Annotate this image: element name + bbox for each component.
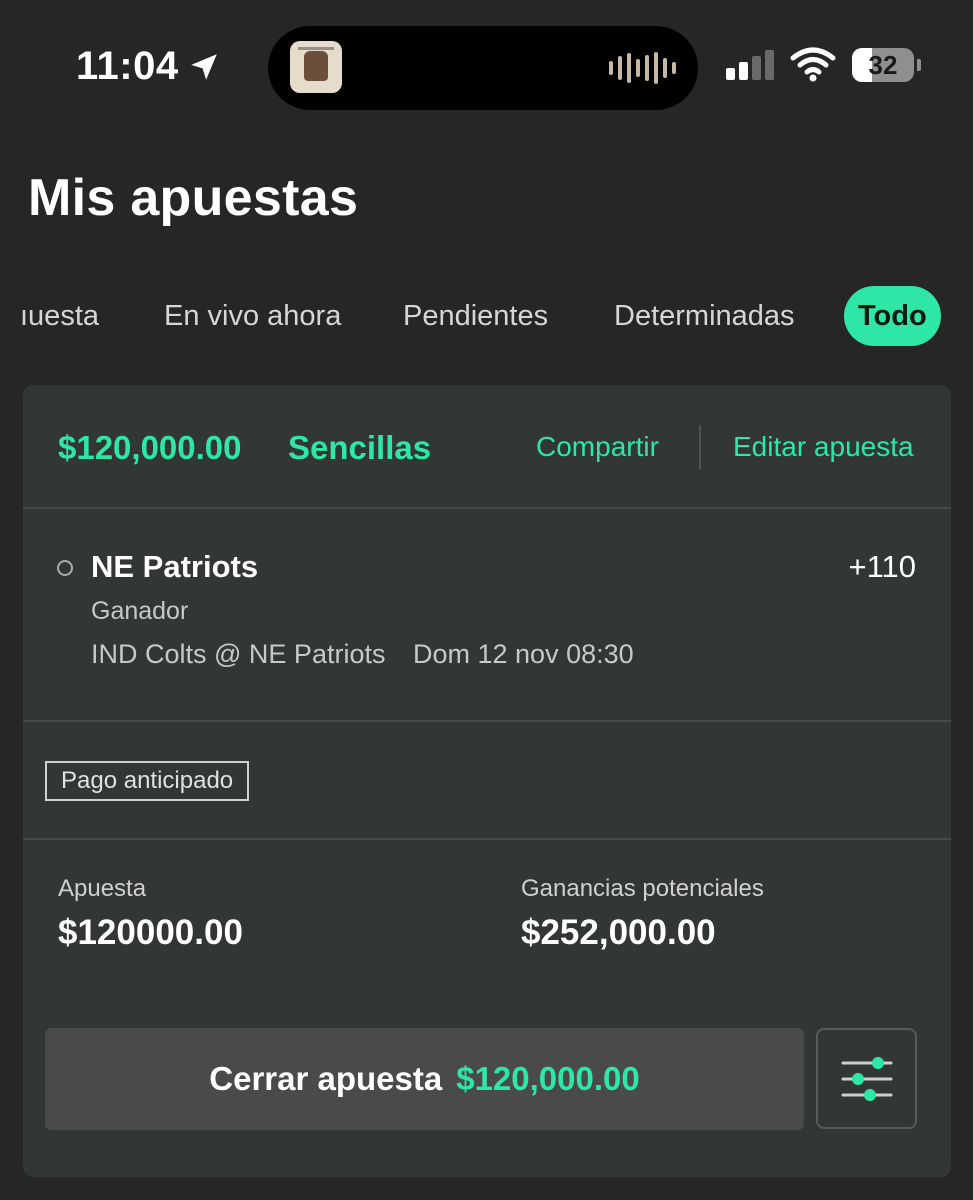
edit-bet-button[interactable]: Editar apuesta bbox=[733, 431, 914, 463]
selection-matchup: IND Colts @ NE Patriots bbox=[91, 639, 386, 669]
selection-odds: +110 bbox=[848, 549, 916, 584]
early-payout-badge: Pago anticipado bbox=[45, 761, 250, 801]
location-arrow-icon bbox=[190, 53, 217, 80]
tab-apuesta[interactable]: ıuesta bbox=[20, 286, 99, 346]
clock: 11:04 bbox=[76, 44, 221, 89]
cash-out-label: Cerrar apuesta bbox=[209, 1060, 443, 1097]
battery-icon: 32 bbox=[852, 48, 914, 82]
bet-type: Sencillas bbox=[288, 429, 432, 466]
payout-label: Ganancias potenciales bbox=[521, 875, 764, 902]
clock-time: 11:04 bbox=[76, 44, 179, 88]
battery-cap bbox=[917, 59, 921, 71]
bet-card: $120,000.00 Sencillas Compartir Editar a… bbox=[23, 385, 951, 1177]
divider bbox=[23, 838, 951, 840]
bet-stake-header: $120,000.00 bbox=[58, 429, 242, 466]
status-bar: 11:04 32 bbox=[0, 0, 973, 130]
divider bbox=[23, 507, 951, 509]
stake-label: Apuesta bbox=[58, 875, 147, 902]
tab-determinadas[interactable]: Determinadas bbox=[614, 286, 795, 346]
selection-status-icon bbox=[57, 560, 73, 576]
cash-out-button[interactable]: Cerrar apuesta $120,000.00 bbox=[45, 1028, 804, 1130]
tab-pendientes[interactable]: Pendientes bbox=[403, 286, 548, 346]
divider bbox=[23, 720, 951, 722]
selection-event-time: Dom 12 nov 08:30 bbox=[413, 639, 634, 669]
tab-bar: ıuesta En vivo ahora Pendientes Determin… bbox=[0, 286, 973, 348]
tab-en-vivo[interactable]: En vivo ahora bbox=[164, 286, 341, 346]
dynamic-island[interactable] bbox=[268, 26, 698, 110]
wifi-icon bbox=[790, 47, 836, 82]
tab-todo[interactable]: Todo bbox=[844, 286, 941, 346]
sliders-icon bbox=[841, 1056, 892, 1101]
stake-value: $120000.00 bbox=[58, 913, 243, 952]
payout-value: $252,000.00 bbox=[521, 913, 716, 952]
cash-out-settings-button[interactable] bbox=[816, 1028, 917, 1129]
now-playing-artwork bbox=[290, 41, 342, 93]
selection-market: Ganador bbox=[91, 597, 189, 625]
waveform-icon bbox=[609, 52, 676, 84]
cash-out-amount: $120,000.00 bbox=[456, 1060, 640, 1097]
signal-icon bbox=[726, 50, 774, 80]
battery-percent: 32 bbox=[868, 49, 898, 80]
selection-team: NE Patriots bbox=[91, 549, 259, 584]
header-divider bbox=[699, 425, 701, 469]
bet-card-header: $120,000.00 Sencillas Compartir Editar a… bbox=[23, 385, 951, 509]
page-title: Mis apuestas bbox=[28, 169, 359, 227]
share-button[interactable]: Compartir bbox=[536, 431, 659, 463]
